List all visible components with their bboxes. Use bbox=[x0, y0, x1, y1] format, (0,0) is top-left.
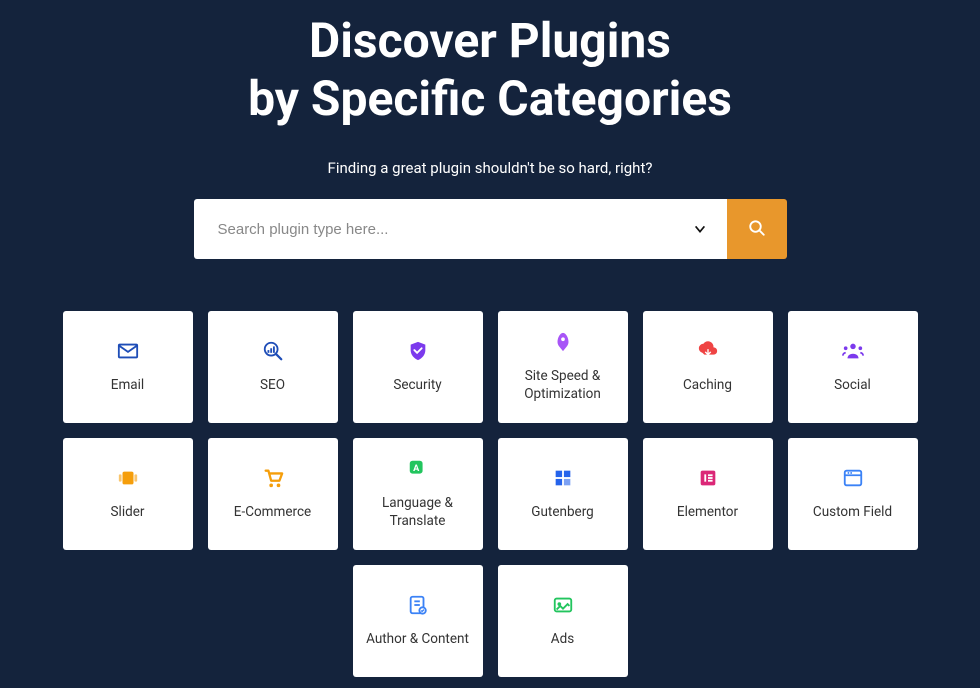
security-icon bbox=[407, 340, 429, 362]
category-card-caching[interactable]: Caching bbox=[643, 311, 773, 423]
category-card-security[interactable]: Security bbox=[353, 311, 483, 423]
category-label: Site Speed & Optimization bbox=[506, 367, 620, 403]
chevron-down-icon[interactable] bbox=[693, 222, 707, 236]
category-label: Email bbox=[111, 376, 144, 394]
rocket-icon bbox=[552, 331, 574, 353]
category-label: Caching bbox=[683, 376, 732, 394]
category-card-email[interactable]: Email bbox=[63, 311, 193, 423]
translate-icon: A bbox=[407, 458, 429, 480]
search-box[interactable] bbox=[194, 199, 727, 259]
search-row bbox=[0, 199, 980, 259]
category-label: Elementor bbox=[677, 503, 738, 521]
caching-icon bbox=[697, 340, 719, 362]
title-line-2: by Specific Categories bbox=[248, 70, 732, 127]
email-icon bbox=[117, 340, 139, 362]
category-grid: Email SEO Security Site Speed & Optimizatio… bbox=[0, 311, 980, 677]
category-card-elementor[interactable]: Elementor bbox=[643, 438, 773, 550]
category-card-social[interactable]: Social bbox=[788, 311, 918, 423]
gutenberg-icon bbox=[552, 467, 574, 489]
category-label: Author & Content bbox=[366, 630, 469, 648]
search-button[interactable] bbox=[727, 199, 787, 259]
page-title: Discover Plugins by Specific Categories bbox=[0, 12, 980, 127]
category-card-author[interactable]: Author & Content bbox=[353, 565, 483, 677]
title-line-1: Discover Plugins bbox=[309, 12, 671, 69]
category-label: Gutenberg bbox=[531, 503, 593, 521]
author-icon bbox=[407, 594, 429, 616]
category-card-gutenberg[interactable]: Gutenberg bbox=[498, 438, 628, 550]
category-label: Ads bbox=[551, 630, 574, 648]
category-label: SEO bbox=[260, 376, 285, 394]
category-label: E-Commerce bbox=[234, 503, 311, 521]
category-card-seo[interactable]: SEO bbox=[208, 311, 338, 423]
ads-icon bbox=[552, 594, 574, 616]
slider-icon bbox=[117, 467, 139, 489]
category-label: Language & Translate bbox=[361, 494, 475, 530]
category-card-cart[interactable]: E-Commerce bbox=[208, 438, 338, 550]
category-label: Security bbox=[393, 376, 441, 394]
category-label: Social bbox=[834, 376, 871, 394]
category-card-translate[interactable]: A Language & Translate bbox=[353, 438, 483, 550]
cart-icon bbox=[262, 467, 284, 489]
category-label: Slider bbox=[111, 503, 145, 521]
seo-icon bbox=[262, 340, 284, 362]
search-input[interactable] bbox=[218, 221, 693, 238]
category-card-window[interactable]: Custom Field bbox=[788, 438, 918, 550]
svg-text:A: A bbox=[413, 464, 420, 474]
category-card-slider[interactable]: Slider bbox=[63, 438, 193, 550]
category-card-ads[interactable]: Ads bbox=[498, 565, 628, 677]
hero: Discover Plugins by Specific Categories … bbox=[0, 0, 980, 259]
elementor-icon bbox=[697, 467, 719, 489]
category-card-rocket[interactable]: Site Speed & Optimization bbox=[498, 311, 628, 423]
search-icon bbox=[748, 219, 766, 240]
social-icon bbox=[842, 340, 864, 362]
category-label: Custom Field bbox=[813, 503, 892, 521]
page-subtitle: Finding a great plugin shouldn't be so h… bbox=[0, 159, 980, 177]
window-icon bbox=[842, 467, 864, 489]
